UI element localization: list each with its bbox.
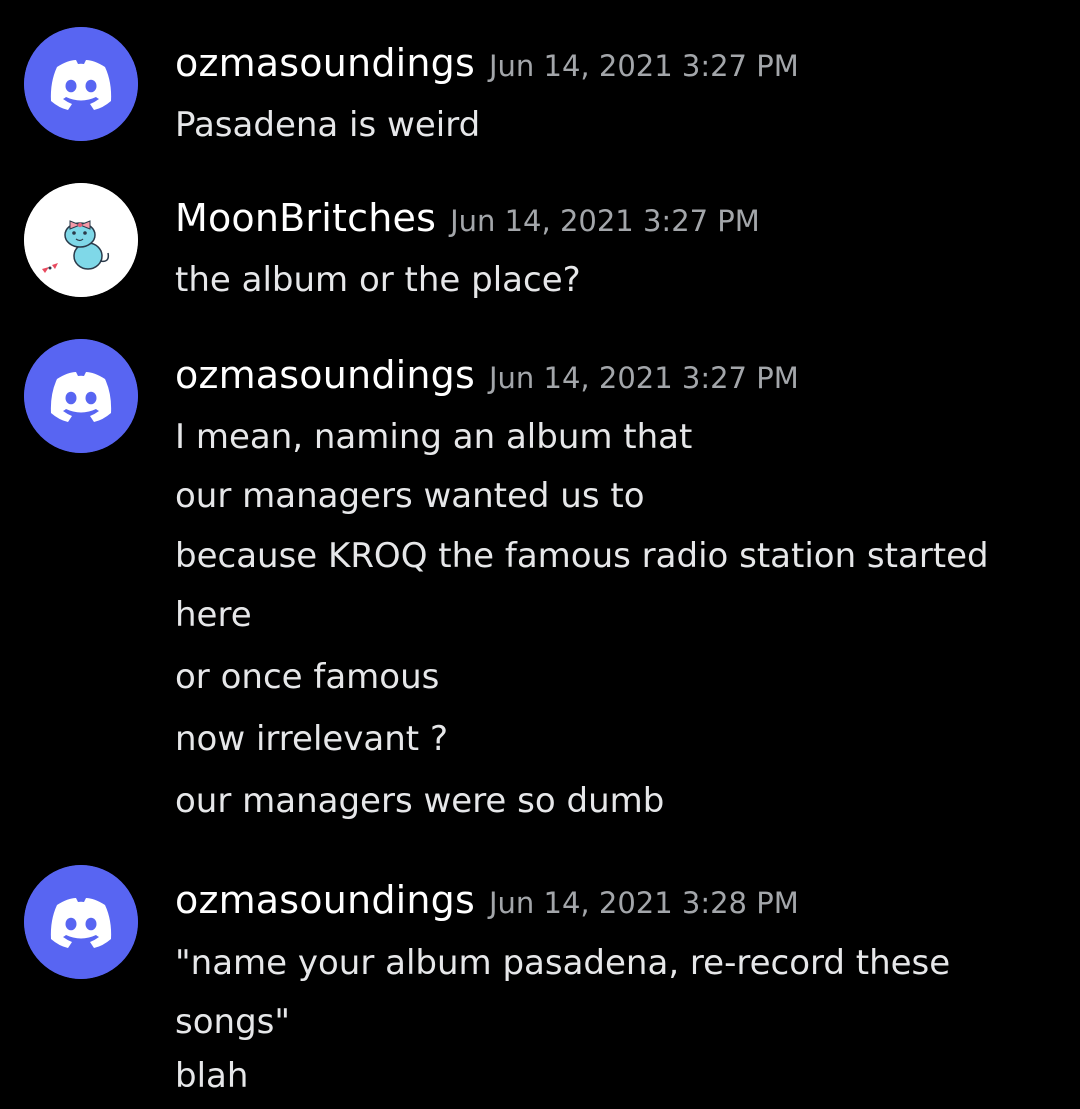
username[interactable]: ozmasoundings: [175, 353, 475, 397]
message-text: because KROQ the famous radio station st…: [175, 536, 989, 576]
avatar[interactable]: [24, 183, 138, 297]
message-text: here: [175, 595, 252, 635]
username[interactable]: MoonBritches: [175, 196, 436, 240]
message-header: ozmasoundings Jun 14, 2021 3:28 PM: [175, 881, 799, 919]
message-header: ozmasoundings Jun 14, 2021 3:27 PM: [175, 44, 799, 82]
message-text: our managers wanted us to: [175, 476, 645, 516]
message-header: ozmasoundings Jun 14, 2021 3:27 PM: [175, 356, 799, 394]
avatar[interactable]: [24, 865, 138, 979]
message-text: Pasadena is weird: [175, 105, 481, 145]
timestamp: Jun 14, 2021 3:27 PM: [489, 361, 799, 395]
discord-logo-icon: [24, 865, 138, 979]
message-text: "name your album pasadena, re-record the…: [175, 943, 951, 983]
message-text: songs": [175, 1002, 290, 1042]
timestamp: Jun 14, 2021 3:27 PM: [450, 204, 760, 238]
message-text: now irrelevant ?: [175, 719, 448, 759]
message-text: blah: [175, 1056, 249, 1096]
timestamp: Jun 14, 2021 3:27 PM: [489, 49, 799, 83]
avatar[interactable]: [24, 339, 138, 453]
cartoon-character-avatar: [24, 183, 138, 297]
message-text: I mean, naming an album that: [175, 417, 693, 457]
avatar[interactable]: [24, 27, 138, 141]
timestamp: Jun 14, 2021 3:28 PM: [489, 886, 799, 920]
message-text: or once famous: [175, 657, 440, 697]
username[interactable]: ozmasoundings: [175, 878, 475, 922]
discord-logo-icon: [24, 339, 138, 453]
username[interactable]: ozmasoundings: [175, 41, 475, 85]
message-header: MoonBritches Jun 14, 2021 3:27 PM: [175, 199, 760, 237]
discord-logo-icon: [24, 27, 138, 141]
message-text: the album or the place?: [175, 260, 581, 300]
message-text: our managers were so dumb: [175, 781, 665, 821]
